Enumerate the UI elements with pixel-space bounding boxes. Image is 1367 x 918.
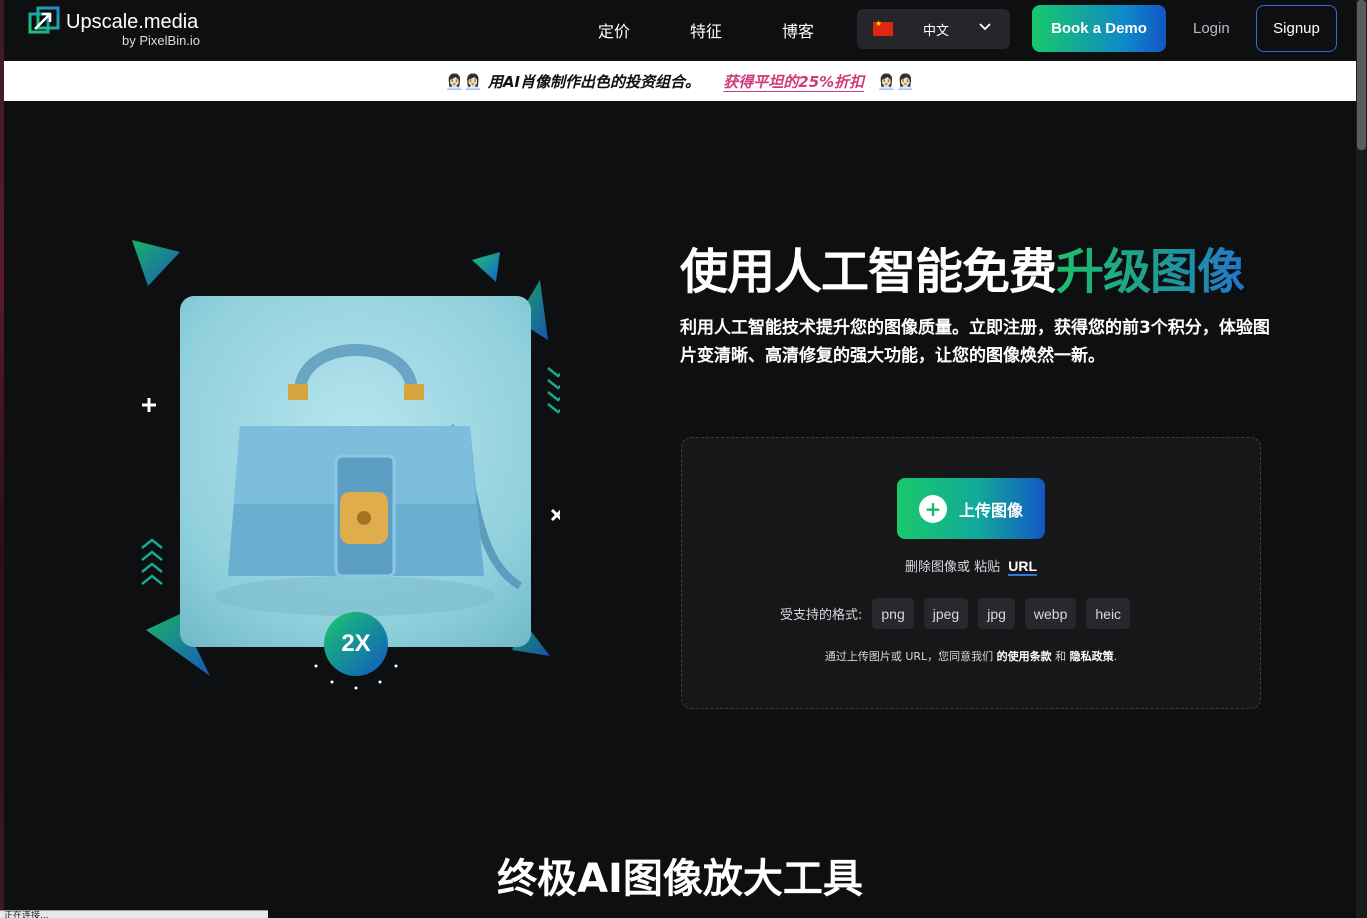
supported-formats: 受支持的格式: png jpeg jpg webp heic bbox=[780, 598, 1140, 629]
hero-subtitle: 利用人工智能技术提升您的图像质量。立即注册，获得您的前3个积分，体验图片变清晰、… bbox=[680, 318, 1270, 366]
businesswoman-emoji-icon: 👩🏻‍💼👩🏻‍💼 bbox=[877, 73, 915, 91]
china-flag-icon bbox=[873, 19, 893, 36]
plus-icon bbox=[142, 398, 156, 412]
upscale-logo-icon bbox=[28, 6, 60, 38]
format-chip: png bbox=[872, 598, 914, 629]
upscale-2x-badge: 2X bbox=[324, 612, 388, 676]
nav-features[interactable]: 特征 bbox=[690, 18, 722, 42]
close-icon bbox=[550, 508, 560, 522]
hero-title: 使用人工智能免费升级图像 bbox=[680, 232, 1245, 302]
upload-dropzone[interactable]: + 上传图像 删除图像或 粘贴 URL 受支持的格式: png jpeg jpg… bbox=[681, 437, 1261, 709]
language-selector[interactable]: 中文 bbox=[857, 9, 1010, 49]
formats-label: 受支持的格式: bbox=[780, 608, 863, 623]
terms-prefix: 通过上传图片或 URL，您同意我们 bbox=[824, 650, 997, 663]
login-link[interactable]: Login bbox=[1193, 20, 1230, 37]
promo-banner: 👩🏻‍💼👩🏻‍💼 用AI肖像制作出色的投资组合。 获得平坦的25%折扣 👩🏻‍💼… bbox=[4, 61, 1356, 101]
format-chip: jpg bbox=[978, 598, 1015, 629]
drop-text: 删除图像或 粘贴 bbox=[904, 560, 1001, 575]
plus-circle-icon: + bbox=[919, 494, 947, 523]
format-chip: jpeg bbox=[923, 598, 969, 629]
chevrons-up-icon bbox=[141, 538, 163, 585]
section-title: 终极AI图像放大工具 bbox=[497, 856, 863, 902]
hero-illustration: 2X bbox=[120, 230, 560, 700]
terms-notice: 通过上传图片或 URL，您同意我们 的使用条款 和 隐私政策. bbox=[682, 648, 1260, 664]
brand-name: Upscale.media bbox=[66, 11, 199, 33]
format-chip: heic bbox=[1086, 598, 1131, 629]
hero-title-main: 使用人工智能免费 bbox=[680, 244, 1057, 300]
terms-suffix: . bbox=[1113, 650, 1118, 663]
language-label: 中文 bbox=[923, 24, 950, 39]
decor-triangle bbox=[472, 252, 500, 282]
handbag-photo bbox=[180, 296, 531, 647]
chevrons-down-icon bbox=[547, 367, 560, 414]
discount-link[interactable]: 获得平坦的25%折扣 bbox=[723, 73, 864, 91]
book-demo-button[interactable]: Book a Demo bbox=[1032, 5, 1166, 52]
browser-status-bar: 正在连接... bbox=[0, 910, 268, 918]
drop-paste-hint: 删除图像或 粘贴 URL bbox=[682, 556, 1260, 576]
terms-of-use-link[interactable]: 的使用条款 bbox=[997, 650, 1052, 663]
decor-triangle bbox=[132, 240, 180, 286]
signup-button[interactable]: Signup bbox=[1256, 5, 1337, 52]
scrollbar-thumb[interactable] bbox=[1357, 0, 1366, 150]
upload-button-label: 上传图像 bbox=[959, 500, 1024, 520]
nav-blog[interactable]: 博客 bbox=[782, 18, 814, 42]
terms-and: 和 bbox=[1051, 650, 1070, 663]
chevron-down-icon bbox=[979, 23, 991, 31]
banner-text: 用AI肖像制作出色的投资组合。 bbox=[487, 73, 701, 91]
businesswoman-emoji-icon: 👩🏻‍💼👩🏻‍💼 bbox=[445, 73, 483, 91]
page-scrollbar[interactable] bbox=[1356, 0, 1367, 918]
left-edge-strip bbox=[0, 0, 4, 918]
paste-url-link[interactable]: URL bbox=[1008, 558, 1038, 576]
upload-image-button[interactable]: + 上传图像 bbox=[897, 478, 1045, 539]
header: Upscale.media by PixelBin.io 定价 特征 博客 中文… bbox=[4, 0, 1356, 60]
privacy-policy-link[interactable]: 隐私政策 bbox=[1070, 650, 1114, 663]
nav-pricing[interactable]: 定价 bbox=[598, 18, 630, 42]
format-chip: webp bbox=[1024, 598, 1077, 629]
brand-byline: by PixelBin.io bbox=[122, 33, 201, 48]
hero-title-accent: 升级图像 bbox=[1056, 244, 1245, 300]
